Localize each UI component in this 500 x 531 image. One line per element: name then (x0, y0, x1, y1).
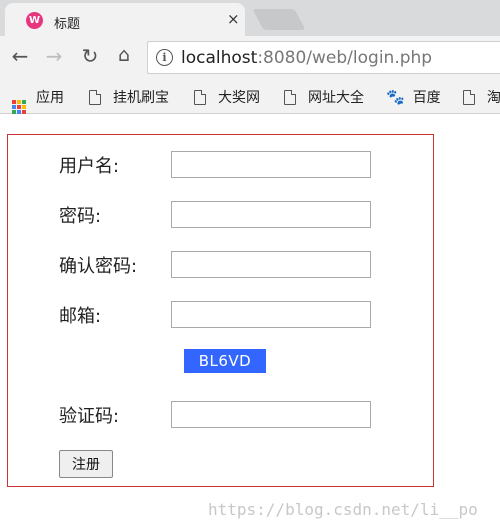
bookmark-dajiang[interactable]: 大奖网 (194, 87, 260, 106)
bookmark-label: 大奖网 (218, 90, 260, 106)
tab-close-icon[interactable]: × (227, 10, 240, 28)
bookmark-guaji[interactable]: 挂机刷宝 (89, 87, 169, 106)
page-icon (463, 90, 475, 105)
page-icon (194, 90, 206, 105)
url-host: localhost (181, 48, 258, 68)
page-icon (284, 90, 296, 105)
bookmarks-bar: 应用 挂机刷宝 大奖网 网址大全 🐾 百度 淘 (0, 79, 500, 114)
register-button[interactable]: 注册 (59, 450, 113, 478)
url-text[interactable]: localhost:8080/web/login.php (181, 48, 432, 68)
address-bar[interactable]: i localhost:8080/web/login.php (147, 41, 500, 74)
captcha-input[interactable] (171, 401, 371, 428)
confirm-password-label: 确认密码: (59, 256, 138, 277)
tab-strip: W 标题 × (0, 0, 500, 36)
back-arrow-icon[interactable]: ← (7, 44, 33, 68)
tab-title: 标题 (54, 17, 81, 32)
bookmark-apps[interactable]: 应用 (12, 87, 64, 114)
email-input[interactable] (171, 301, 371, 328)
username-label: 用户名: (59, 156, 120, 177)
apps-icon (12, 100, 26, 114)
register-form: 用户名: 密码: 确认密码: 邮箱: BL6VD 验证码: 注册 (7, 134, 434, 487)
wamp-favicon-icon: W (26, 12, 43, 29)
watermark-text: https://blog.csdn.net/li__po (208, 500, 478, 519)
reload-icon[interactable]: ↻ (77, 44, 103, 68)
url-path: :8080/web/login.php (257, 48, 433, 68)
password-input[interactable] (171, 201, 371, 228)
page-icon (89, 90, 101, 105)
captcha-image[interactable]: BL6VD (184, 349, 266, 373)
home-icon[interactable]: ⌂ (111, 44, 137, 66)
bookmark-label: 挂机刷宝 (113, 90, 169, 106)
baidu-paw-icon: 🐾 (386, 88, 405, 106)
username-input[interactable] (171, 151, 371, 178)
info-icon[interactable]: i (156, 49, 173, 66)
forward-arrow-icon[interactable]: → (41, 44, 67, 68)
bookmark-label: 应用 (36, 90, 64, 106)
bookmark-label: 网址大全 (308, 90, 364, 106)
captcha-label: 验证码: (59, 406, 120, 427)
bookmark-label: 淘 (487, 90, 500, 106)
email-label: 邮箱: (59, 306, 102, 327)
bookmark-wangzhi[interactable]: 网址大全 (284, 87, 364, 106)
new-tab-button[interactable] (252, 9, 306, 30)
confirm-password-input[interactable] (171, 251, 371, 278)
bookmark-label: 百度 (412, 90, 441, 106)
browser-toolbar: ← → ↻ ⌂ i localhost:8080/web/login.php (0, 36, 500, 79)
bookmark-tao[interactable]: 淘 (463, 87, 500, 106)
bookmark-baidu[interactable]: 🐾 百度 (386, 87, 441, 106)
password-label: 密码: (59, 206, 102, 227)
browser-tab[interactable]: W 标题 × (5, 3, 245, 36)
